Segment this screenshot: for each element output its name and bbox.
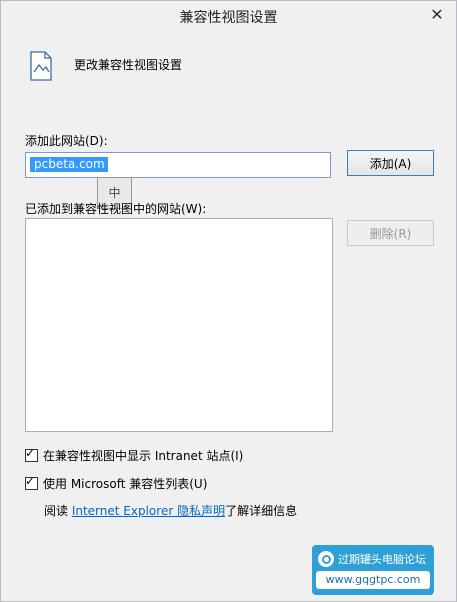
privacy-row: 阅读 Internet Explorer 隐私声明了解详细信息 xyxy=(44,502,297,519)
show-intranet-label[interactable]: 在兼容性视图中显示 Intranet 站点(I) xyxy=(43,447,243,464)
title-bar[interactable]: 兼容性视图设置 ✕ xyxy=(1,1,456,31)
ms-compat-list-option[interactable]: ✓ 使用 Microsoft 兼容性列表(U) xyxy=(25,473,207,492)
checkmark-icon: ✓ xyxy=(25,473,36,488)
forum-logo-icon xyxy=(318,551,334,567)
watermark-header: 过期罐头电脑论坛 xyxy=(318,550,426,568)
compatibility-view-dialog: 兼容性视图设置 ✕ 更改兼容性视图设置 添加此网站(D): pcbeta.com… xyxy=(0,0,457,602)
close-button[interactable]: ✕ xyxy=(424,5,450,25)
dialog-body: 更改兼容性视图设置 添加此网站(D): pcbeta.com 添加(A) 中 已… xyxy=(1,31,456,601)
ms-compat-list-checkbox[interactable]: ✓ xyxy=(25,473,38,490)
add-button[interactable]: 添加(A) xyxy=(347,150,434,176)
checkmark-icon: ✓ xyxy=(25,445,36,460)
add-site-input[interactable]: pcbeta.com xyxy=(25,152,331,178)
window-title: 兼容性视图设置 xyxy=(179,10,278,26)
added-sites-label: 已添加到兼容性视图中的网站(W): xyxy=(25,202,207,216)
remove-button[interactable]: 删除(R) xyxy=(347,220,434,246)
watermark-url: www.gqgtpc.com xyxy=(316,571,430,589)
add-site-input-value: pcbeta.com xyxy=(30,157,108,172)
show-intranet-checkbox[interactable]: ✓ xyxy=(25,445,38,462)
added-sites-list[interactable] xyxy=(25,218,333,432)
watermark-title: 过期罐头电脑论坛 xyxy=(338,553,426,566)
page-image-icon xyxy=(30,51,52,81)
forum-watermark: 过期罐头电脑论坛 www.gqgtpc.com xyxy=(312,545,434,595)
dialog-heading: 更改兼容性视图设置 xyxy=(74,58,183,72)
add-site-label: 添加此网站(D): xyxy=(25,134,108,148)
privacy-prefix: 阅读 xyxy=(44,504,72,518)
ms-compat-list-label[interactable]: 使用 Microsoft 兼容性列表(U) xyxy=(43,475,207,492)
privacy-suffix: 了解详细信息 xyxy=(225,504,298,518)
privacy-link[interactable]: Internet Explorer 隐私声明 xyxy=(72,504,225,518)
show-intranet-option[interactable]: ✓ 在兼容性视图中显示 Intranet 站点(I) xyxy=(25,445,243,464)
